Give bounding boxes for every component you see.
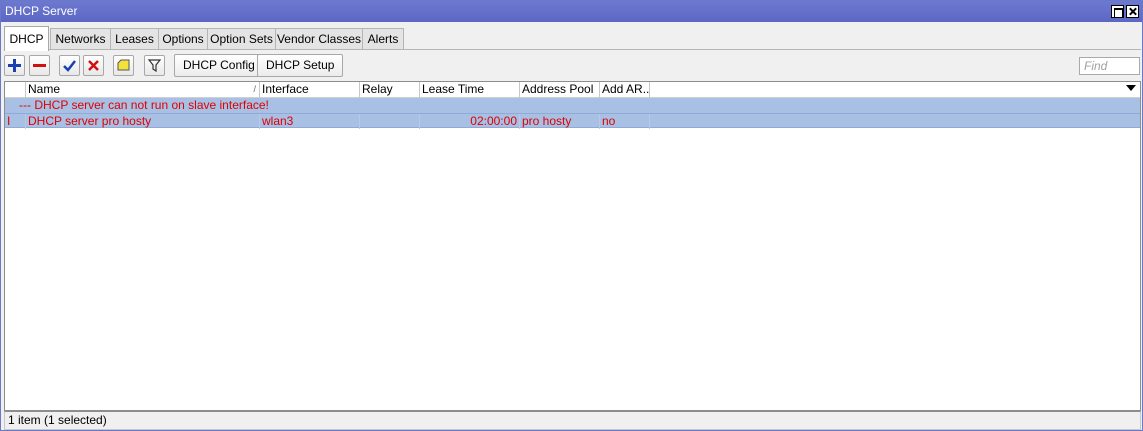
row-address-pool: pro hosty [520, 114, 600, 129]
remove-button[interactable] [29, 55, 50, 76]
enable-check-icon [63, 60, 76, 72]
tab-networks[interactable]: Networks [50, 28, 111, 50]
window-title: DHCP Server [5, 4, 78, 18]
status-bar: 1 item (1 selected) [4, 411, 1141, 430]
columns-dropdown-icon[interactable] [1126, 85, 1136, 91]
column-lease-time[interactable]: Lease Time [420, 82, 520, 98]
add-icon [8, 59, 21, 72]
filter-button[interactable] [144, 55, 165, 76]
column-relay[interactable]: Relay [360, 82, 420, 98]
tab-option-sets[interactable]: Option Sets [207, 28, 276, 50]
column-address-pool[interactable]: Address Pool [520, 82, 600, 98]
tab-dhcp[interactable]: DHCP [4, 26, 49, 51]
disable-button[interactable] [83, 55, 104, 76]
row-lease-time: 02:00:00 [420, 114, 520, 129]
dhcp-setup-button[interactable]: DHCP Setup [257, 54, 344, 77]
tab-leases[interactable]: Leases [110, 28, 159, 50]
find-input[interactable] [1079, 57, 1140, 75]
remove-icon [33, 64, 46, 67]
close-icon[interactable] [1126, 5, 1139, 18]
table-row[interactable]: I DHCP server pro hosty wlan3 02:00:00 p… [5, 113, 1140, 129]
column-add-arp[interactable]: Add AR... [600, 82, 650, 98]
row-flag: I [5, 114, 26, 129]
dhcp-config-button[interactable]: DHCP Config [174, 54, 264, 77]
tab-vendor-classes[interactable]: Vendor Classes [275, 28, 363, 50]
comment-icon [117, 59, 130, 71]
enable-button[interactable] [59, 55, 80, 76]
tab-divider [4, 49, 1141, 50]
disable-x-icon [88, 60, 99, 71]
tab-options[interactable]: Options [158, 28, 208, 50]
toolbar: DHCP Config DHCP Setup [1, 53, 1143, 79]
column-flags[interactable] [5, 82, 26, 98]
row-relay [360, 114, 420, 129]
row-add-arp: no [600, 114, 650, 129]
add-button[interactable] [4, 55, 25, 76]
filter-icon [147, 59, 162, 73]
tab-alerts[interactable]: Alerts [362, 28, 404, 50]
title-bar[interactable]: DHCP Server [1, 1, 1142, 22]
dhcp-server-window: DHCP Server DHCP Networks Leases Options… [0, 0, 1143, 431]
comment-button[interactable] [113, 55, 134, 76]
row-name: DHCP server pro hosty [26, 114, 260, 129]
maximize-icon[interactable] [1111, 5, 1124, 18]
table-header: Name / Interface Relay Lease Time Addres… [5, 82, 1140, 98]
row-comment: --- DHCP server can not run on slave int… [19, 98, 269, 112]
column-name[interactable]: Name / [26, 82, 260, 98]
column-interface[interactable]: Interface [260, 82, 360, 98]
sort-indicator-icon: / [253, 84, 256, 94]
comment-row[interactable]: --- DHCP server can not run on slave int… [5, 98, 1140, 113]
dhcp-server-table: Name / Interface Relay Lease Time Addres… [4, 81, 1141, 411]
row-interface: wlan3 [260, 114, 360, 129]
